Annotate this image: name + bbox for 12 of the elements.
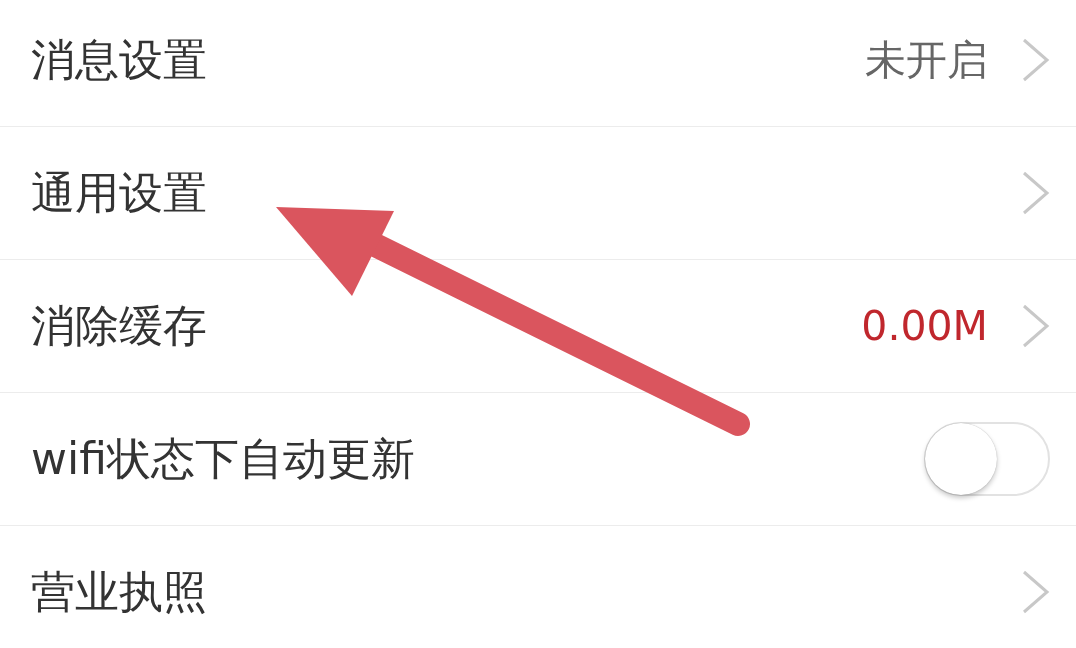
- chevron-right-icon: [1022, 38, 1050, 82]
- row-value: 0.00M: [861, 302, 988, 350]
- chevron-right-icon: [1022, 570, 1050, 614]
- toggle-switch[interactable]: [924, 422, 1050, 496]
- row-label: wifi状态下自动更新: [31, 431, 416, 486]
- chevron-right-icon: [1022, 304, 1050, 348]
- row-value: 未开启: [865, 34, 988, 86]
- row-label: 营业执照: [31, 564, 208, 619]
- row-label: 消除缓存: [31, 298, 208, 353]
- chevron-right-icon: [1022, 171, 1050, 215]
- row-label: 通用设置: [31, 165, 208, 220]
- row-label: 消息设置: [31, 32, 208, 87]
